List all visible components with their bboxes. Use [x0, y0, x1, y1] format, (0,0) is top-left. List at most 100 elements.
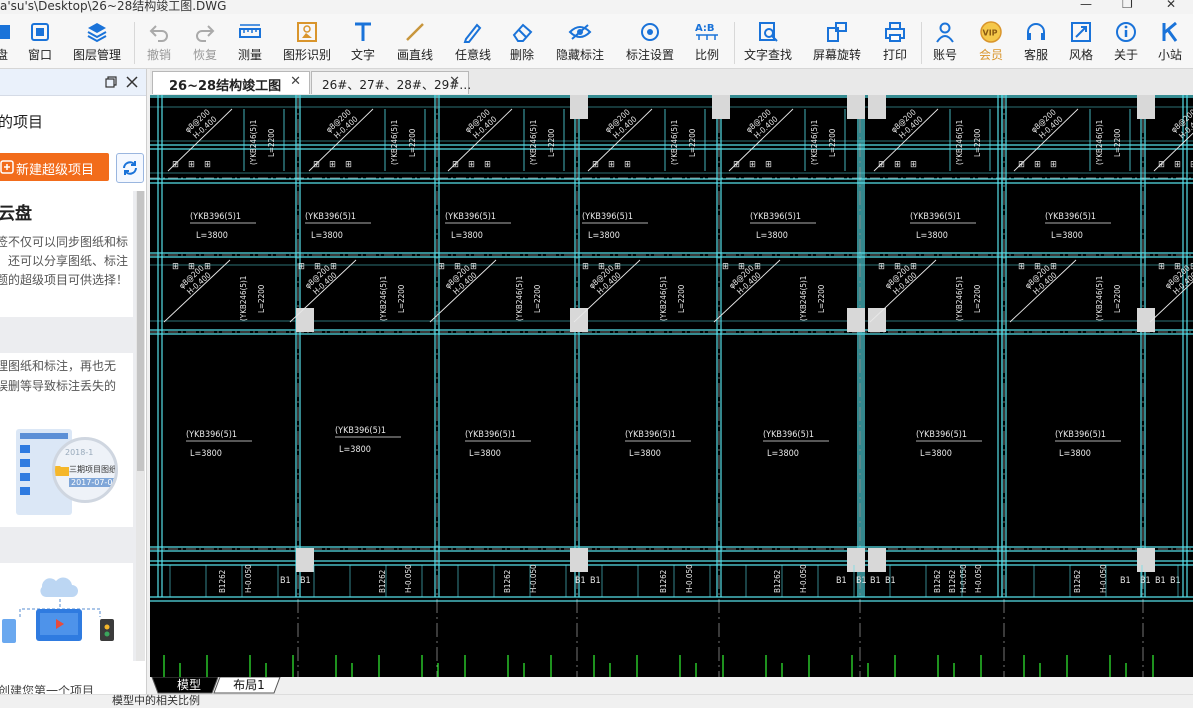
toolbar-support-button[interactable]: 客服: [1021, 18, 1051, 66]
bottom-beam-label: B1262: [933, 570, 942, 593]
slab-id-label: (YKB396(5)1: [186, 430, 237, 440]
toolbar-freehand-button[interactable]: 任意线: [453, 18, 493, 66]
toolbar-redo-button[interactable]: 恢复: [188, 18, 222, 66]
toolbar-account-button[interactable]: 账号: [930, 18, 960, 66]
slab-id-label: (YKB246(5)1: [379, 276, 388, 321]
slab-id-label: (YKB246(5)1: [249, 120, 258, 165]
slab-id-label: (YKB396(5)1: [335, 426, 386, 436]
slab-length-label: L=3800: [196, 231, 228, 241]
rebar-symbol: ⊞: [733, 160, 740, 170]
maximize-icon[interactable]: ❐: [1122, 0, 1133, 11]
rebar-symbol: ⊞: [894, 262, 901, 272]
bottom-beam-label: B1262: [378, 570, 387, 593]
slab-id-label: (YKB246(5)1: [955, 276, 964, 321]
toolbar-layers-button[interactable]: 图层管理: [70, 18, 124, 66]
bay-code-label: B1: [870, 576, 881, 586]
rebar-symbol: ⊞: [598, 262, 605, 272]
cad-drawing[interactable]: φ8@200H-0.400⊞ ⊞ ⊞ (YKB246(5)1 L=2200φ8@200H…: [150, 95, 1193, 677]
slab-length-label: L=3800: [339, 445, 371, 455]
rotate-screen-icon: [827, 22, 847, 42]
rebar-symbol: ⊞: [1158, 262, 1165, 272]
cloud-card-line: ，还可以分享图纸、标注: [0, 254, 129, 268]
manage-card: 理图纸和标注，再也无 误删等导致标注丢失的 2018-1 三期项目图纸 2017…: [0, 353, 133, 527]
drawing-canvas[interactable]: φ8@200 H-0.400 ⊞ ⊞ ⊞ (YKB246(5)1 L=2200 φ8@200 H…: [150, 95, 1193, 677]
ruler-icon: [239, 24, 261, 38]
rebar-symbol: ⊞: [1174, 262, 1181, 272]
slab-id-label: (YKB246(5)1: [239, 276, 248, 321]
toolbar-print-button[interactable]: 打印: [880, 18, 910, 66]
toolbar-style-button[interactable]: 风格: [1066, 18, 1096, 66]
bay-code-label: B1: [836, 576, 847, 586]
toolbar-text-search-button[interactable]: 文字查找: [742, 18, 794, 66]
tab-document-1[interactable]: 26~28结构竣工图 ✕: [152, 71, 310, 94]
toolbar-hide-annotations-button[interactable]: 隐藏标注: [554, 18, 606, 66]
toolbar-text-button[interactable]: 文字: [348, 18, 378, 66]
toolbar-line-button[interactable]: 画直线: [394, 18, 436, 66]
tab-close-icon[interactable]: ✕: [449, 74, 460, 89]
slab-id-label: (YKB396(5)1: [625, 430, 676, 440]
bay-code-label: B1: [575, 576, 586, 586]
rebar-symbol: ⊞: [1050, 262, 1057, 272]
toolbar-undo-button[interactable]: 撤销: [142, 18, 176, 66]
toolbar-window-button[interactable]: 窗口: [20, 18, 60, 66]
slab-length-label: L=2200: [677, 284, 686, 313]
panel-scrollbar-thumb[interactable]: [137, 191, 144, 471]
folder-icon: [55, 466, 69, 476]
column-block: [570, 95, 588, 119]
toolbar-delete-button[interactable]: 删除: [507, 18, 537, 66]
slab-length-label: L=2200: [547, 128, 556, 157]
toolbar-annotation-settings-button[interactable]: 标注设置: [624, 18, 676, 66]
refresh-icon: [123, 161, 137, 175]
toolbar-scale-button[interactable]: A:B 比例: [692, 18, 722, 66]
rebar-symbol: ⊞: [1034, 262, 1041, 272]
restore-icon[interactable]: [105, 76, 117, 88]
slab-id-label: (YKB246(5)1: [390, 120, 399, 165]
slab-id-label: (YKB246(5)1: [670, 120, 679, 165]
headset-icon: [1027, 23, 1045, 40]
toolbar-site-button[interactable]: 小站: [1155, 18, 1185, 66]
rebar-symbol: ⊞: [468, 160, 475, 170]
toolbar-disk-button[interactable]: 盘: [0, 18, 12, 66]
toolbar-shape-recognize-button[interactable]: 图形识别: [281, 18, 333, 66]
slab-id-label: (YKB396(5)1: [465, 430, 516, 440]
bay-code-label: B1: [856, 576, 867, 586]
layout-tab-model[interactable]: 模型: [164, 677, 214, 693]
toolbar-rotate-screen-button[interactable]: 屏幕旋转: [811, 18, 863, 66]
column-block: [1137, 95, 1155, 119]
cloud-card-title: 云盘: [0, 204, 32, 224]
window-close-icon[interactable]: ✕: [1166, 0, 1176, 11]
bay-code-label: B1: [1170, 576, 1181, 586]
manage-card-line: 理图纸和标注，再也无: [0, 359, 117, 373]
slab-id-label: (YKB246(5)1: [1095, 276, 1104, 321]
window-icon: [31, 23, 49, 41]
minimize-icon[interactable]: —: [1080, 0, 1092, 11]
new-project-button[interactable]: 新建超级项目: [0, 153, 109, 181]
rebar-symbol: ⊞: [204, 160, 211, 170]
slab-id-label: (YKB396(5)1: [1055, 430, 1106, 440]
tab-document-2[interactable]: 26#、27#、28#、29#… ✕: [311, 71, 471, 94]
eraser-icon: [512, 23, 533, 42]
rebar-symbol: ⊞: [878, 262, 885, 272]
slab-id-label: (YKB246(5)1: [1095, 120, 1104, 165]
toolbar-vip-button[interactable]: VIP 会员: [976, 18, 1006, 66]
panel-title: 的项目: [0, 113, 44, 131]
slab-length-label: L=3800: [311, 231, 343, 241]
close-icon[interactable]: [126, 76, 138, 88]
toolbar-measure-button[interactable]: 测量: [233, 18, 267, 66]
column-block: [868, 308, 886, 332]
bottom-beam-label: B1262: [218, 570, 227, 593]
rebar-symbol: ⊞: [1018, 262, 1025, 272]
bay-code-label: B1: [590, 576, 601, 586]
panel-scrollbar[interactable]: [136, 191, 145, 661]
slab-length-label: L=3800: [629, 449, 661, 459]
rebar-symbol: ⊞: [1158, 160, 1165, 170]
slab-length-label: L=3800: [469, 449, 501, 459]
window-title: a'su's\Desktop\26~28结构竣工图.DWG: [0, 0, 227, 13]
refresh-button[interactable]: [116, 153, 144, 183]
document-tabs: 26~28结构竣工图 ✕ 26#、27#、28#、29#… ✕: [150, 69, 1193, 95]
column-block: [296, 308, 314, 332]
layout-tab-layout1[interactable]: 布局1: [224, 677, 274, 693]
tab-close-icon[interactable]: ✕: [290, 74, 301, 89]
slab-length-label: L=2200: [533, 284, 542, 313]
toolbar-about-button[interactable]: 关于: [1111, 18, 1141, 66]
